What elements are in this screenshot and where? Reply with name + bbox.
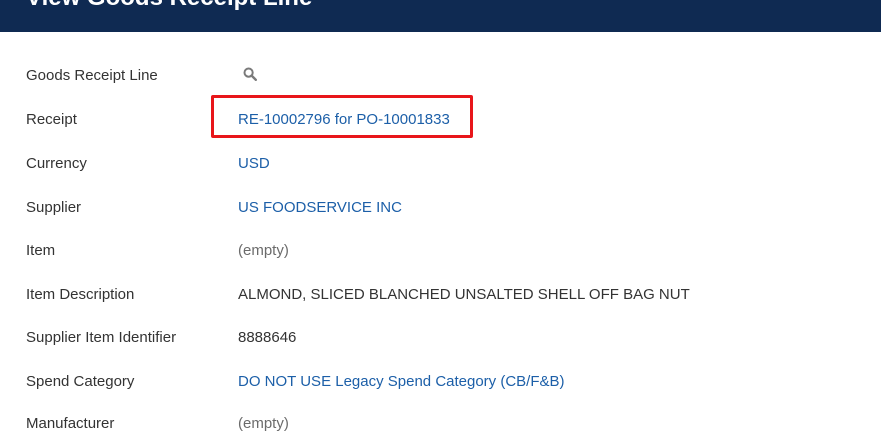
spend-category-link[interactable]: DO NOT USE Legacy Spend Category (CB/F&B… xyxy=(238,360,565,404)
field-label-receipt: Receipt xyxy=(26,111,77,128)
search-icon[interactable] xyxy=(243,67,257,81)
supplier-item-identifier-value: 8888646 xyxy=(238,329,297,346)
field-row-item: Item (empty) xyxy=(0,229,881,273)
receipt-highlight-box xyxy=(211,95,473,138)
field-label-spend-category: Spend Category xyxy=(26,373,135,390)
item-description-value: ALMOND, SLICED BLANCHED UNSALTED SHELL O… xyxy=(238,286,690,303)
item-value: (empty) xyxy=(238,242,289,259)
page-title: View Goods Receipt Line xyxy=(26,0,312,12)
field-label-item: Item xyxy=(26,242,56,259)
field-row-manufacturer: Manufacturer (empty) xyxy=(0,402,881,446)
page-header: View Goods Receipt Line xyxy=(0,0,881,32)
field-row-currency: Currency USD xyxy=(0,142,881,186)
field-row-spend-category: Spend Category DO NOT USE Legacy Spend C… xyxy=(0,360,881,404)
field-label-manufacturer: Manufacturer xyxy=(26,415,115,432)
field-label-supplier-item-identifier: Supplier Item Identifier xyxy=(26,329,177,346)
field-row-supplier-item-identifier: Supplier Item Identifier 8888646 xyxy=(0,316,881,360)
currency-link[interactable]: USD xyxy=(238,142,270,186)
field-row-supplier: Supplier US FOODSERVICE INC xyxy=(0,186,881,230)
field-label-currency: Currency xyxy=(26,155,87,172)
field-row-item-description: Item Description ALMOND, SLICED BLANCHED… xyxy=(0,273,881,317)
supplier-link[interactable]: US FOODSERVICE INC xyxy=(238,186,402,230)
field-row-goods-receipt-line: Goods Receipt Line xyxy=(0,54,881,98)
manufacturer-value: (empty) xyxy=(238,415,289,432)
field-label-goods-receipt-line: Goods Receipt Line xyxy=(26,67,158,84)
field-label-item-description: Item Description xyxy=(26,286,135,303)
field-label-supplier: Supplier xyxy=(26,199,82,216)
